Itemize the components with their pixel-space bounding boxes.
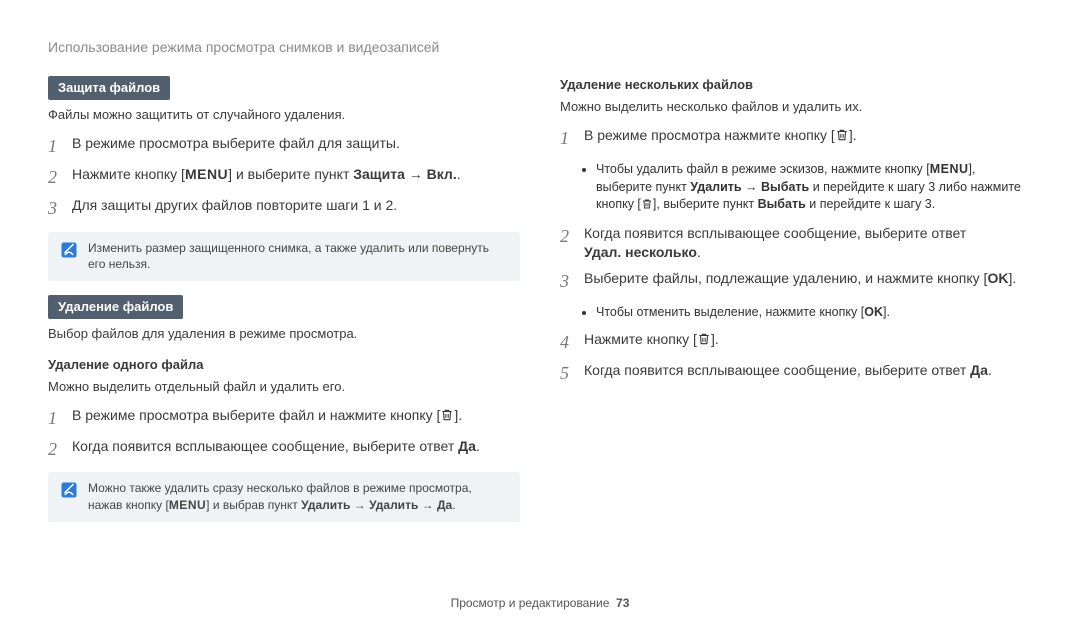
delete-one-step2: Когда появится всплывающее сообщение, вы… — [72, 437, 520, 462]
delete-multi-intro: Можно выделить несколько файлов и удалит… — [560, 98, 1032, 116]
text: ]. — [883, 305, 890, 319]
bold-text: Выбать — [758, 197, 806, 211]
ok-label: OK — [864, 305, 883, 319]
note-icon — [60, 241, 78, 264]
text: Нажмите кнопку [ — [584, 331, 697, 347]
step-number: 1 — [560, 126, 574, 151]
trash-icon — [641, 198, 653, 216]
text: В режиме просмотра выберите файл и нажми… — [72, 407, 440, 423]
protect-step1: В режиме просмотра выберите файл для защ… — [72, 134, 520, 159]
menu-label: MENU — [169, 498, 206, 512]
text: . — [457, 166, 461, 182]
protect-step2: Нажмите кнопку [MENU] и выберите пункт З… — [72, 165, 520, 190]
text: ]. — [1008, 270, 1016, 286]
footer-label: Просмотр и редактирование — [451, 596, 610, 610]
delete-multi-sub3: Чтобы отменить выделение, нажмите кнопку… — [560, 304, 1032, 322]
step-number: 2 — [560, 224, 574, 263]
menu-label: MENU — [930, 162, 969, 176]
protect-intro: Файлы можно защитить от случайного удале… — [48, 106, 520, 124]
right-column: Удаление нескольких файлов Можно выделит… — [560, 76, 1032, 588]
step-number: 2 — [48, 165, 62, 190]
text: ], выберите пункт — [653, 197, 758, 211]
bold-text: Да — [458, 438, 476, 454]
delete-one-head: Удаление одного файла — [48, 356, 520, 374]
text: . — [452, 498, 455, 512]
text: ] и выбрав пункт — [206, 498, 301, 512]
delete-multi-step3: Выберите файлы, подлежащие удалению, и н… — [584, 269, 1032, 294]
trash-icon — [440, 408, 454, 428]
protect-step3: Для защиты других файлов повторите шаги … — [72, 196, 520, 221]
trash-icon — [835, 128, 849, 148]
note-text: Можно также удалить сразу несколько файл… — [88, 480, 508, 514]
text: . — [697, 244, 701, 260]
delete-one-step1: В режиме просмотра выберите файл и нажми… — [72, 406, 520, 431]
bold-text: Да — [970, 362, 988, 378]
trash-icon — [697, 332, 711, 352]
badge-delete: Удаление файлов — [48, 295, 183, 319]
text: ] и выберите пункт — [228, 166, 353, 182]
bold-text: Удал. несколько — [584, 244, 697, 260]
note-icon — [60, 481, 78, 504]
text: Когда появится всплывающее сообщение, вы… — [584, 362, 970, 378]
text: Чтобы отменить выделение, нажмите кнопку… — [596, 305, 864, 319]
text: Когда появится всплывающее сообщение, вы… — [584, 225, 966, 241]
text: Нажмите кнопку [ — [72, 166, 185, 182]
delete-multi-steps: 1 В режиме просмотра нажмите кнопку []. — [560, 126, 1032, 151]
delete-multi-step1: В режиме просмотра нажмите кнопку []. — [584, 126, 1032, 151]
page-footer: Просмотр и редактирование 73 — [48, 587, 1032, 630]
step-number: 1 — [48, 134, 62, 159]
delete-multi-step4: Нажмите кнопку []. — [584, 330, 1032, 355]
note-protect: Изменить размер защищенного снимка, а та… — [48, 232, 520, 282]
ok-label: OK — [987, 270, 1008, 286]
delete-multi-head: Удаление нескольких файлов — [560, 76, 1032, 94]
step-number: 3 — [560, 269, 574, 294]
step-number: 2 — [48, 437, 62, 462]
left-column: Защита файлов Файлы можно защитить от сл… — [48, 76, 520, 588]
text: и перейдите к шагу 3. — [806, 197, 935, 211]
note-delete: Можно также удалить сразу несколько файл… — [48, 472, 520, 522]
breadcrumb: Использование режима просмотра снимков и… — [48, 38, 1032, 58]
delete-multi-sub1: Чтобы удалить файл в режиме эскизов, наж… — [560, 161, 1032, 216]
step-number: 4 — [560, 330, 574, 355]
text: ]. — [711, 331, 719, 347]
text: Выберите файлы, подлежащие удалению, и н… — [584, 270, 987, 286]
step-number: 3 — [48, 196, 62, 221]
text: Чтобы удалить файл в режиме эскизов, наж… — [596, 162, 930, 176]
delete-multi-steps-2: 2 Когда появится всплывающее сообщение, … — [560, 224, 1032, 294]
delete-multi-step5: Когда появится всплывающее сообщение, вы… — [584, 361, 1032, 386]
text: . — [988, 362, 992, 378]
step-number: 5 — [560, 361, 574, 386]
page-number: 73 — [616, 596, 629, 610]
bold-text: Удалить → Удалить → Да — [301, 498, 452, 512]
delete-one-steps: 1 В режиме просмотра выберите файл и наж… — [48, 406, 520, 462]
delete-one-intro: Можно выделить отдельный файл и удалить … — [48, 378, 520, 396]
delete-multi-step2: Когда появится всплывающее сообщение, вы… — [584, 224, 1032, 263]
badge-protect: Защита файлов — [48, 76, 170, 100]
protect-steps: 1 В режиме просмотра выберите файл для з… — [48, 134, 520, 222]
note-text: Изменить размер защищенного снимка, а та… — [88, 240, 508, 274]
text: В режиме просмотра нажмите кнопку [ — [584, 127, 835, 143]
bold-text: Защита → Вкл. — [353, 166, 456, 182]
text: ]. — [454, 407, 462, 423]
list-item: Чтобы отменить выделение, нажмите кнопку… — [596, 304, 1032, 322]
menu-label: MENU — [185, 166, 228, 182]
delete-multi-steps-4: 4 Нажмите кнопку []. 5 Когда появится вс… — [560, 330, 1032, 386]
text: ]. — [849, 127, 857, 143]
step-number: 1 — [48, 406, 62, 431]
text: Когда появится всплывающее сообщение, вы… — [72, 438, 458, 454]
text: . — [476, 438, 480, 454]
bold-text: Удалить → Выбать — [690, 180, 809, 194]
list-item: Чтобы удалить файл в режиме эскизов, наж… — [596, 161, 1032, 216]
delete-intro: Выбор файлов для удаления в режиме просм… — [48, 325, 520, 343]
